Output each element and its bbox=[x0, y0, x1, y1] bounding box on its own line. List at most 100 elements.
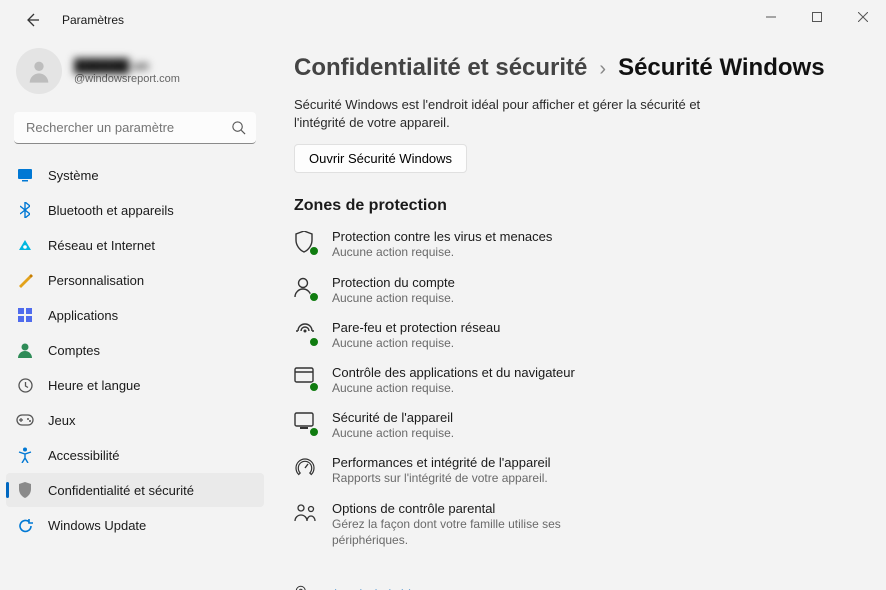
zone-text: Performances et intégrité de l'appareilR… bbox=[332, 455, 551, 486]
perf-icon bbox=[294, 457, 316, 479]
jeux-icon bbox=[16, 411, 34, 429]
sidebar-item-label: Windows Update bbox=[48, 518, 146, 533]
zone-subtitle: Aucune action requise. bbox=[332, 244, 552, 260]
app-title: Paramètres bbox=[62, 13, 124, 27]
breadcrumb-current: Sécurité Windows bbox=[618, 54, 824, 82]
close-icon bbox=[858, 12, 868, 22]
zone-appbrowser[interactable]: Contrôle des applications et du navigate… bbox=[294, 365, 856, 396]
status-ok-badge bbox=[309, 337, 319, 347]
sidebar-item-jeux[interactable]: Jeux bbox=[6, 403, 264, 437]
minimize-icon bbox=[766, 12, 776, 22]
main-content: Confidentialité et sécurité › Sécurité W… bbox=[270, 40, 886, 590]
sidebar-item-comptes[interactable]: Comptes bbox=[6, 333, 264, 367]
avatar bbox=[16, 48, 62, 94]
zone-subtitle: Gérez la façon dont votre famille utilis… bbox=[332, 516, 632, 548]
window-controls bbox=[748, 2, 886, 32]
back-button[interactable] bbox=[14, 2, 50, 38]
sidebar-item-label: Personnalisation bbox=[48, 273, 144, 288]
person-icon bbox=[25, 57, 53, 85]
sidebar-item-label: Accessibilité bbox=[48, 448, 120, 463]
zone-title: Pare-feu et protection réseau bbox=[332, 320, 500, 335]
accessibilite-icon bbox=[16, 446, 34, 464]
status-ok-badge bbox=[309, 382, 319, 392]
applications-icon bbox=[16, 306, 34, 324]
sidebar-item-heure[interactable]: Heure et langue bbox=[6, 368, 264, 402]
zone-text: Protection du compteAucune action requis… bbox=[332, 275, 455, 306]
zone-title: Protection contre les virus et menaces bbox=[332, 229, 552, 244]
zone-text: Pare-feu et protection réseauAucune acti… bbox=[332, 320, 500, 351]
reseau-icon bbox=[16, 236, 34, 254]
sidebar-item-reseau[interactable]: Réseau et Internet bbox=[6, 228, 264, 262]
systeme-icon bbox=[16, 166, 34, 184]
bluetooth-icon bbox=[16, 201, 34, 219]
zone-subtitle: Aucune action requise. bbox=[332, 380, 575, 396]
sidebar-item-personnalisation[interactable]: Personnalisation bbox=[6, 263, 264, 297]
zone-text: Options de contrôle parentalGérez la faç… bbox=[332, 501, 632, 548]
sidebar-item-label: Confidentialité et sécurité bbox=[48, 483, 194, 498]
minimize-button[interactable] bbox=[748, 2, 794, 32]
sidebar-item-label: Applications bbox=[48, 308, 118, 323]
firewall-icon bbox=[294, 322, 316, 344]
maximize-button[interactable] bbox=[794, 2, 840, 32]
status-ok-badge bbox=[309, 427, 319, 437]
get-help-link[interactable]: Obtenir de l'aide bbox=[294, 584, 856, 590]
zone-text: Sécurité de l'appareilAucune action requ… bbox=[332, 410, 454, 441]
sidebar: ██████ un @windowsreport.com Système Blue… bbox=[0, 40, 270, 590]
help-icon bbox=[294, 584, 312, 590]
heure-icon bbox=[16, 376, 34, 394]
sidebar-item-confidentialite[interactable]: Confidentialité et sécurité bbox=[6, 473, 264, 507]
profile-block[interactable]: ██████ un @windowsreport.com bbox=[0, 46, 270, 108]
sidebar-item-update[interactable]: Windows Update bbox=[6, 508, 264, 542]
zone-title: Options de contrôle parental bbox=[332, 501, 632, 516]
zone-text: Contrôle des applications et du navigate… bbox=[332, 365, 575, 396]
profile-name: ██████ un bbox=[74, 58, 180, 73]
sidebar-item-accessibilite[interactable]: Accessibilité bbox=[6, 438, 264, 472]
section-title: Zones de protection bbox=[294, 197, 856, 215]
page-description: Sécurité Windows est l'endroit idéal pou… bbox=[294, 96, 734, 132]
update-icon bbox=[16, 516, 34, 534]
close-button[interactable] bbox=[840, 2, 886, 32]
zone-device[interactable]: Sécurité de l'appareilAucune action requ… bbox=[294, 410, 856, 441]
profile-email: @windowsreport.com bbox=[74, 73, 180, 85]
zone-firewall[interactable]: Pare-feu et protection réseauAucune acti… bbox=[294, 320, 856, 351]
confidentialite-icon bbox=[16, 481, 34, 499]
protection-zones-list: Protection contre les virus et menacesAu… bbox=[294, 229, 856, 548]
comptes-icon bbox=[16, 341, 34, 359]
search-icon bbox=[231, 120, 246, 138]
zone-title: Contrôle des applications et du navigate… bbox=[332, 365, 575, 380]
zone-perf[interactable]: Performances et intégrité de l'appareilR… bbox=[294, 455, 856, 486]
zone-subtitle: Aucune action requise. bbox=[332, 335, 500, 351]
personnalisation-icon bbox=[16, 271, 34, 289]
zone-virus[interactable]: Protection contre les virus et menacesAu… bbox=[294, 229, 856, 260]
sidebar-item-applications[interactable]: Applications bbox=[6, 298, 264, 332]
titlebar: Paramètres bbox=[0, 0, 886, 40]
sidebar-item-label: Comptes bbox=[48, 343, 100, 358]
family-icon bbox=[294, 503, 316, 525]
zone-subtitle: Rapports sur l'intégrité de votre appare… bbox=[332, 470, 551, 486]
nav-list: Système Bluetooth et appareils Réseau et I… bbox=[0, 158, 270, 542]
zone-family[interactable]: Options de contrôle parentalGérez la faç… bbox=[294, 501, 856, 548]
sidebar-item-label: Jeux bbox=[48, 413, 75, 428]
zone-subtitle: Aucune action requise. bbox=[332, 290, 455, 306]
sidebar-item-label: Bluetooth et appareils bbox=[48, 203, 174, 218]
breadcrumb-parent[interactable]: Confidentialité et sécurité bbox=[294, 54, 587, 82]
sidebar-item-bluetooth[interactable]: Bluetooth et appareils bbox=[6, 193, 264, 227]
breadcrumb: Confidentialité et sécurité › Sécurité W… bbox=[294, 54, 856, 82]
maximize-icon bbox=[812, 12, 822, 22]
sidebar-item-label: Système bbox=[48, 168, 99, 183]
zone-title: Protection du compte bbox=[332, 275, 455, 290]
zone-account[interactable]: Protection du compteAucune action requis… bbox=[294, 275, 856, 306]
appbrowser-icon bbox=[294, 367, 316, 389]
search-container bbox=[14, 112, 256, 144]
zone-title: Performances et intégrité de l'appareil bbox=[332, 455, 551, 470]
account-icon bbox=[294, 277, 316, 299]
profile-text: ██████ un @windowsreport.com bbox=[74, 58, 180, 85]
search-input[interactable] bbox=[14, 112, 256, 144]
sidebar-item-label: Réseau et Internet bbox=[48, 238, 155, 253]
sidebar-item-systeme[interactable]: Système bbox=[6, 158, 264, 192]
open-security-button[interactable]: Ouvrir Sécurité Windows bbox=[294, 144, 467, 173]
status-ok-badge bbox=[309, 292, 319, 302]
device-icon bbox=[294, 412, 316, 434]
status-ok-badge bbox=[309, 246, 319, 256]
zone-subtitle: Aucune action requise. bbox=[332, 425, 454, 441]
